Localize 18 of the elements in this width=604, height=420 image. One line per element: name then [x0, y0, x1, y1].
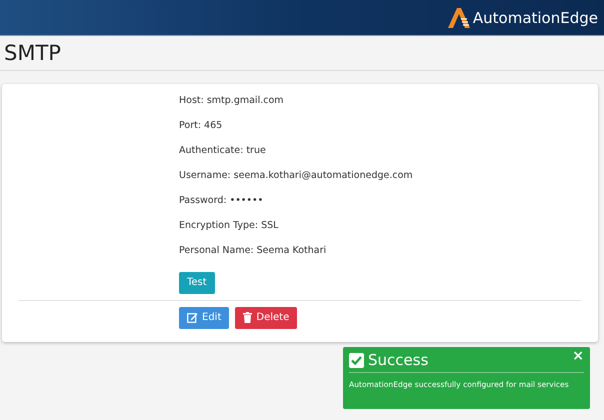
detail-text: Personal Name: Seema Kothari: [179, 245, 328, 258]
close-icon[interactable]: ×: [572, 348, 584, 364]
page-title: SMTP: [4, 41, 61, 65]
logo-text: AutomationEdge: [472, 8, 598, 26]
logo-icon: [448, 8, 470, 28]
detail-text: Host: smtp.gmail.com: [179, 95, 285, 108]
toast-title: Success: [368, 351, 428, 369]
edit-icon: [187, 312, 198, 323]
test-button[interactable]: Test: [179, 272, 215, 294]
edit-button[interactable]: Edit: [179, 306, 230, 328]
check-icon: [349, 352, 364, 368]
delete-button[interactable]: Delete: [235, 306, 298, 328]
detail-text: Port: 465: [179, 120, 224, 133]
detail-text: Encryption Type: SSL: [179, 220, 280, 233]
detail-text: Username: seema.kothari@automationedge.com: [179, 170, 414, 183]
detail-text: Password: ••••••: [179, 195, 264, 208]
trash-icon: [243, 312, 252, 323]
detail-text: Authenticate: true: [179, 145, 267, 158]
